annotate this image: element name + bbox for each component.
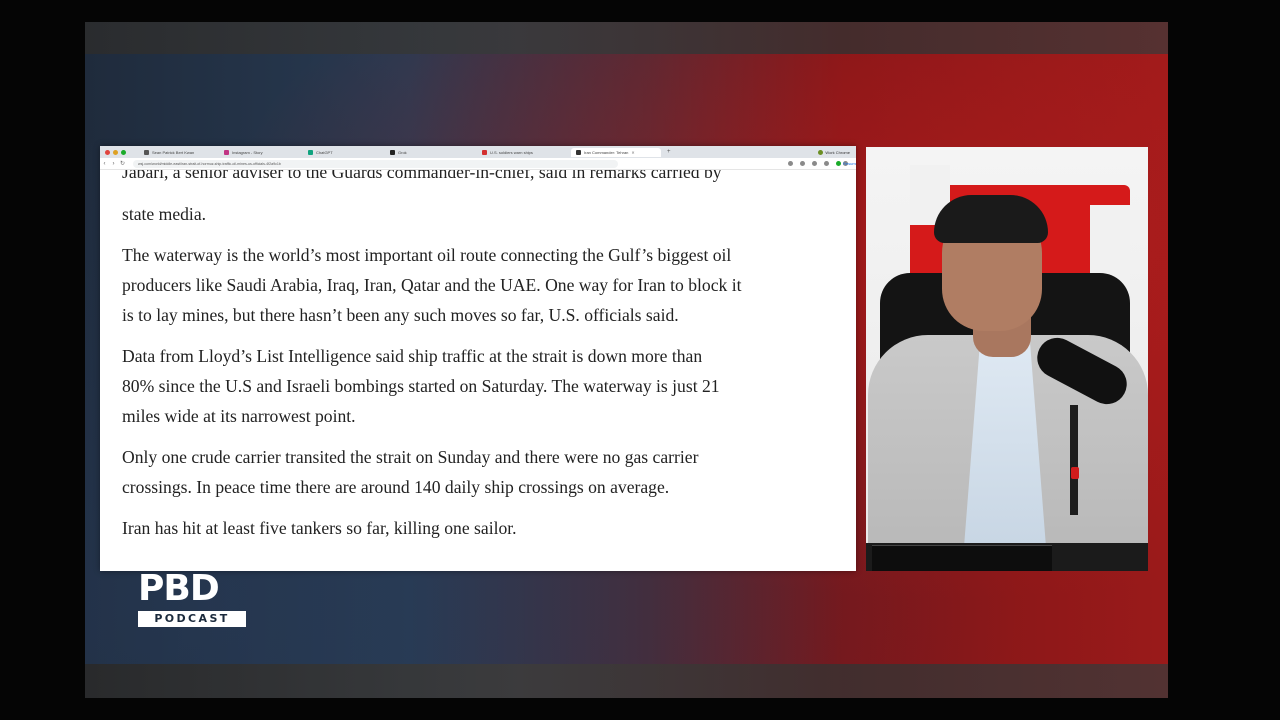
article-paragraph-4: Only one crude carrier transited the str… <box>122 442 698 502</box>
tab-label: Iran Commander: Tehran <box>584 149 629 155</box>
article-paragraph-2: The waterway is the world’s most importa… <box>122 240 741 330</box>
favicon-icon <box>482 149 487 155</box>
tab-5[interactable]: U.S. soldiers warn ships <box>477 148 569 157</box>
favicon-icon <box>144 149 149 155</box>
address-bar-row: ‹ › ↻ wsj.com/world/middle-east/iran-str… <box>100 158 856 170</box>
close-tab-icon[interactable]: ✕ <box>631 150 634 155</box>
article-paragraph-5: Iran has hit at least five tankers so fa… <box>122 513 517 543</box>
logo-sub-text: PODCAST <box>138 611 246 627</box>
logo-main-text: PBD <box>138 568 220 609</box>
maximize-window-button[interactable] <box>121 149 126 155</box>
profile-label: Work Chrome <box>825 149 850 155</box>
letterbox-top <box>85 22 1168 54</box>
paragraph-line: producers like Saudi Arabia, Iraq, Iran,… <box>122 275 742 295</box>
sidebar-icon[interactable] <box>824 161 829 166</box>
reload-icon[interactable]: ↻ <box>118 160 127 167</box>
mic-arm <box>1070 405 1078 515</box>
paragraph-line: state media. <box>122 204 207 224</box>
article-partial-line: Jabari, a senior adviser to the Guards c… <box>122 170 722 182</box>
profile-avatar-icon <box>818 149 824 155</box>
url-field[interactable]: wsj.com/world/middle-east/iran-strait-of… <box>133 159 618 168</box>
host-webcam-feed <box>866 147 1148 571</box>
browser-window: Sean Patrick Bert Kwan Instagram - Story… <box>100 146 856 571</box>
profile-chip[interactable]: Work Chrome <box>818 149 850 155</box>
tab-label: Instagram - Story <box>232 149 263 155</box>
back-arrow-icon[interactable]: ‹ <box>100 161 109 167</box>
paragraph-line: Iran has hit at least five tankers so fa… <box>122 518 517 538</box>
profile-status-icon <box>836 161 841 166</box>
paragraph-line: crossings. In peace time there are aroun… <box>122 477 670 497</box>
paragraph-line: is to lay mines, but there hasn’t been a… <box>122 305 679 325</box>
tab-bar: Sean Patrick Bert Kwan Instagram - Story… <box>100 146 856 158</box>
article-body: Jabari, a senior adviser to the Guards c… <box>100 170 856 571</box>
tab-2[interactable]: Instagram - Story <box>219 148 301 157</box>
tab-label: Sean Patrick Bert Kwan <box>152 149 195 155</box>
forward-arrow-icon[interactable]: › <box>109 161 118 167</box>
paragraph-line: 80% since the U.S and Israeli bombings s… <box>122 376 720 396</box>
tab-label: ChatGPT <box>316 149 333 155</box>
paragraph-line: Only one crude carrier transited the str… <box>122 447 699 467</box>
minimize-window-button[interactable] <box>113 149 118 155</box>
tab-4[interactable]: Grok <box>385 148 475 157</box>
favicon-icon <box>308 149 313 155</box>
favicon-icon <box>390 149 395 155</box>
bookmark-star-icon[interactable] <box>800 161 805 166</box>
resume-label: Resume <box>843 161 856 166</box>
paragraph-line: The waterway is the world’s most importa… <box>122 245 732 265</box>
window-controls <box>100 149 139 155</box>
paragraph-line: miles wide at its narrowest point. <box>122 406 356 426</box>
tab-label: Grok <box>398 149 407 155</box>
favicon-icon <box>576 149 581 155</box>
article-paragraph-1: state media. <box>122 199 206 229</box>
tab-1[interactable]: Sean Patrick Bert Kwan <box>139 148 217 157</box>
pbd-podcast-logo: PBD PODCAST <box>138 570 248 632</box>
extension-icon[interactable] <box>788 161 793 166</box>
paragraph-line: Data from Lloyd’s List Intelligence said… <box>122 346 703 366</box>
letterbox-bottom <box>85 664 1168 698</box>
desk-monitor <box>872 545 1052 571</box>
tab-label: U.S. soldiers warn ships <box>490 149 533 155</box>
favicon-icon <box>224 149 229 155</box>
mic-indicator-light <box>1071 467 1079 479</box>
host-hair <box>934 195 1048 243</box>
article-paragraph-3: Data from Lloyd’s List Intelligence said… <box>122 341 720 431</box>
tab-3[interactable]: ChatGPT <box>303 148 383 157</box>
tab-6-active[interactable]: Iran Commander: Tehran ✕ <box>571 147 661 157</box>
new-tab-button[interactable]: + <box>663 149 675 155</box>
download-icon[interactable] <box>812 161 817 166</box>
close-window-button[interactable] <box>105 149 110 155</box>
resume-button[interactable]: Resume <box>836 161 856 166</box>
toolbar-icons: Resume <box>788 161 856 166</box>
